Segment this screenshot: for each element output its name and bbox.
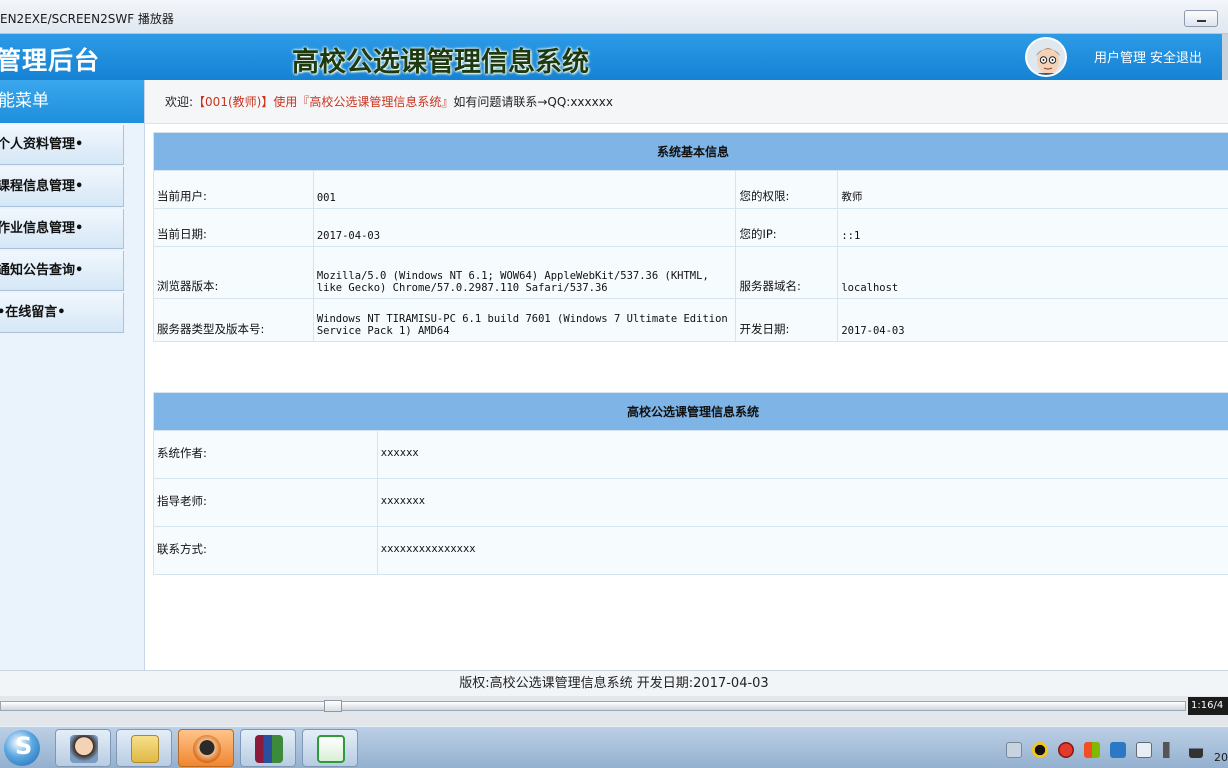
- browser-value: Mozilla/5.0 (Windows NT 6.1; WOW64) Appl…: [312, 246, 737, 299]
- system-title: 高校公选课管理信息系统: [292, 47, 589, 78]
- keyboard-icon[interactable]: [1006, 741, 1022, 758]
- server-domain-label: 服务器域名:: [735, 246, 839, 299]
- windows-flag-icon[interactable]: [1084, 741, 1101, 758]
- signal-icon[interactable]: [1188, 741, 1203, 758]
- server-domain-value: localhost: [837, 246, 1228, 299]
- welcome-bar: 欢迎:【001(教师)】使用『高校公选课管理信息系统』如有问题请联系→QQ:xx…: [145, 80, 1228, 124]
- author-label: 系统作者:: [153, 430, 378, 479]
- about-table: 高校公选课管理信息系统 系统作者: xxxxxx 指导老师: xxxxxxx 联…: [153, 392, 1228, 575]
- user-manage-link[interactable]: 用户管理: [1094, 51, 1146, 66]
- contact-label: 联系方式:: [153, 526, 378, 575]
- taskbar-app-avatar[interactable]: [55, 729, 111, 767]
- security-icon[interactable]: [1058, 741, 1075, 758]
- clock[interactable]: 20: [1214, 751, 1228, 764]
- avatar-icon: [1027, 39, 1065, 75]
- person-icon: [70, 735, 98, 763]
- start-button[interactable]: S: [4, 730, 40, 766]
- footer: 版权:高校公选课管理信息系统 开发日期:2017-04-03: [0, 670, 1228, 696]
- recorder-icon: [317, 735, 345, 763]
- dev-date-label: 开发日期:: [735, 298, 839, 342]
- server-type-value: Windows NT TIRAMISU-PC 6.1 build 7601 (W…: [312, 298, 737, 342]
- taskbar: S 20: [0, 726, 1228, 768]
- progress-track[interactable]: [0, 701, 1186, 711]
- minimize-icon: [1197, 20, 1206, 22]
- current-user-value: 001: [312, 170, 737, 209]
- menu-item-homework[interactable]: 作业信息管理•: [0, 209, 124, 249]
- author-value: xxxxxx: [376, 430, 1228, 479]
- archive-icon: [255, 735, 283, 763]
- timecode: 1:16/4: [1188, 697, 1228, 715]
- advisor-value: xxxxxxx: [376, 478, 1228, 527]
- qq-icon[interactable]: [1032, 741, 1049, 758]
- sidebar-title: 能菜单: [0, 80, 144, 123]
- player-icon: [193, 735, 221, 763]
- about-title: 高校公选课管理信息系统: [153, 392, 1228, 431]
- menu-item-profile[interactable]: 个人资料管理•: [0, 125, 124, 165]
- advisor-label: 指导老师:: [153, 478, 378, 527]
- volume-icon[interactable]: [1162, 741, 1179, 758]
- welcome-user: 【001(教师)】使用『高校公选课管理信息系统』: [193, 95, 454, 109]
- current-date-value: 2017-04-03: [312, 208, 737, 247]
- taskbar-winrar[interactable]: [240, 729, 296, 767]
- taskbar-explorer[interactable]: [116, 729, 172, 767]
- player-title: EN2EXE/SCREEN2SWF 播放器: [0, 12, 174, 26]
- menu-item-messages[interactable]: •在线留言•: [0, 293, 124, 333]
- system-info-table: 系统基本信息 当前用户: 001 您的权限: 教师 当前日期: 2017-04-…: [153, 132, 1228, 342]
- logout-link[interactable]: 安全退出: [1150, 51, 1202, 66]
- network-app-icon[interactable]: [1110, 741, 1127, 758]
- welcome-prefix: 欢迎:: [165, 95, 194, 109]
- browser-label: 浏览器版本:: [153, 246, 314, 299]
- progress-thumb[interactable]: [324, 700, 342, 712]
- dev-date-value: 2017-04-03: [837, 298, 1228, 342]
- taskbar-recorder[interactable]: [302, 729, 358, 767]
- avatar: [1025, 37, 1067, 77]
- current-date-label: 当前日期:: [153, 208, 314, 247]
- main-content: 系统基本信息 当前用户: 001 您的权限: 教师 当前日期: 2017-04-…: [145, 124, 1228, 670]
- menu-item-courses[interactable]: 课程信息管理•: [0, 167, 124, 207]
- contact-value: xxxxxxxxxxxxxxx: [376, 526, 1228, 575]
- header-links: 用户管理 安全退出: [1094, 47, 1206, 66]
- start-icon: S: [15, 732, 33, 760]
- permission-value: 教师: [837, 170, 1228, 209]
- menu-item-notices[interactable]: 通知公告查询•: [0, 251, 124, 291]
- system-tray: [1006, 739, 1208, 758]
- app-header: 管理后台 高校公选课管理信息系统 用户管理 安全退出: [0, 34, 1228, 80]
- player-controls: 1:16/4: [0, 696, 1228, 726]
- welcome-suffix: 如有问题请联系→QQ:xxxxxx: [453, 95, 613, 109]
- brand-title: 管理后台: [0, 46, 101, 75]
- ip-label: 您的IP:: [735, 208, 839, 247]
- device-icon[interactable]: [1136, 741, 1153, 758]
- sidebar: 能菜单 个人资料管理• 课程信息管理• 作业信息管理• 通知公告查询• •在线留…: [0, 80, 145, 670]
- player-titlebar: EN2EXE/SCREEN2SWF 播放器: [0, 0, 1228, 34]
- permission-label: 您的权限:: [735, 170, 839, 209]
- server-type-label: 服务器类型及版本号:: [153, 298, 314, 342]
- taskbar-player[interactable]: [178, 729, 234, 767]
- minimize-button[interactable]: [1184, 10, 1218, 27]
- system-info-title: 系统基本信息: [153, 132, 1228, 171]
- folder-icon: [131, 735, 159, 763]
- current-user-label: 当前用户:: [153, 170, 314, 209]
- ip-value: ::1: [837, 208, 1228, 247]
